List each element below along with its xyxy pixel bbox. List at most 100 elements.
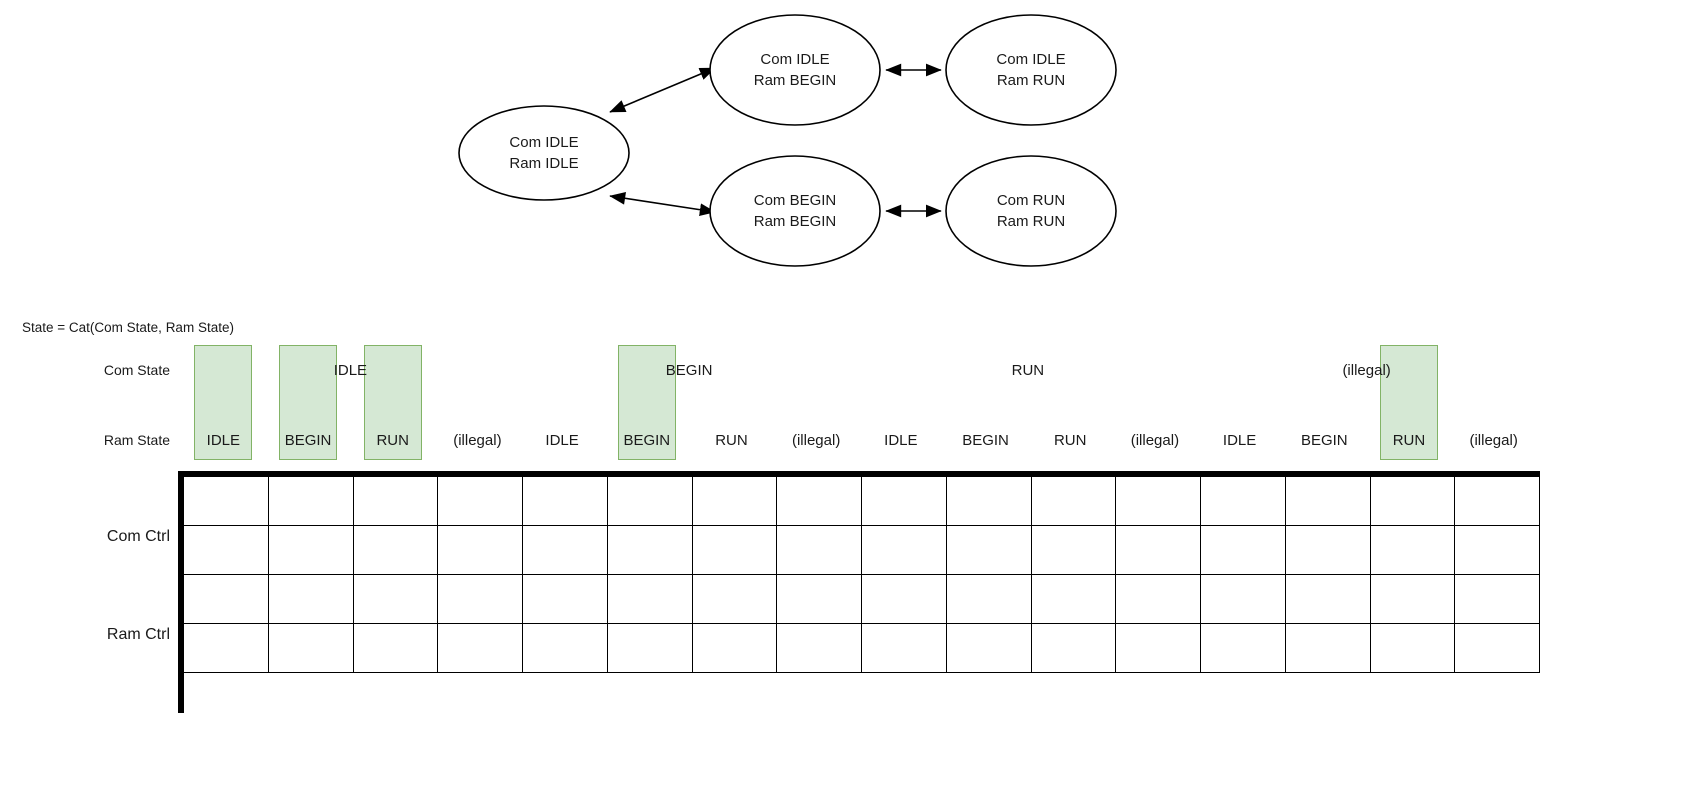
- edge-idle-idle-to-begin-begin: [609, 191, 716, 217]
- ctrl-grid-cell[interactable]: [1454, 574, 1540, 624]
- ctrl-grid-cell[interactable]: [776, 525, 862, 575]
- ctrl-grid-cell[interactable]: [1115, 476, 1201, 526]
- ctrl-grid-cell[interactable]: [352, 525, 439, 575]
- ctrl-grid-cell[interactable]: [1030, 476, 1117, 526]
- ctrl-grid-cell[interactable]: [352, 574, 439, 624]
- com-state-cell: BEGIN: [665, 362, 713, 379]
- ram-state-row-label: Ram State: [103, 432, 170, 448]
- ctrl-grid-cell[interactable]: [267, 476, 354, 526]
- ctrl-grid-cell[interactable]: [1369, 574, 1456, 624]
- ram-state-cell: RUN: [1392, 432, 1426, 449]
- ctrl-grid-cell[interactable]: [606, 476, 693, 526]
- ctrl-grid-cell[interactable]: [1200, 476, 1286, 526]
- ctrl-grid-cell[interactable]: [1115, 525, 1201, 575]
- ctrl-grid-cell[interactable]: [776, 476, 862, 526]
- com-state-cell: (illegal): [1342, 362, 1391, 379]
- ctrl-grid-cell[interactable]: [861, 476, 947, 526]
- ctrl-grid-cell[interactable]: [1369, 525, 1456, 575]
- ctrl-grid-cell[interactable]: [352, 476, 439, 526]
- ctrl-grid-cell[interactable]: [1369, 623, 1456, 673]
- ctrl-grid-cell[interactable]: [437, 623, 523, 673]
- state-cat-caption: State = Cat(Com State, Ram State): [22, 320, 234, 335]
- ctrl-grid-cell[interactable]: [861, 574, 947, 624]
- ctrl-grid-cell[interactable]: [183, 476, 269, 526]
- ctrl-grid-cell[interactable]: [1284, 574, 1371, 624]
- ctrl-grid-cell[interactable]: [1115, 623, 1201, 673]
- ctrl-grid-cell[interactable]: [1200, 623, 1286, 673]
- ctrl-grid-cell[interactable]: [522, 574, 608, 624]
- ctrl-grid-cell[interactable]: [861, 623, 947, 673]
- ctrl-grid-cell[interactable]: [352, 623, 439, 673]
- ram-state-cell: (illegal): [453, 432, 502, 449]
- ctrl-grid-cell[interactable]: [1030, 623, 1117, 673]
- ctrl-grid-cell[interactable]: [776, 574, 862, 624]
- ram-state-cell: IDLE: [1222, 432, 1257, 449]
- ctrl-grid-cell[interactable]: [1030, 574, 1117, 624]
- ctrl-grid-cell[interactable]: [1115, 574, 1201, 624]
- state-node-idle-run[interactable]: [945, 14, 1117, 126]
- ctrl-grid-cell[interactable]: [945, 623, 1032, 673]
- ctrl-grid-cell[interactable]: [437, 525, 523, 575]
- ctrl-grid-cell[interactable]: [1454, 476, 1540, 526]
- diagram-page: Com IDLE Ram IDLE Com IDLE Ram BEGIN Com…: [0, 0, 1686, 786]
- state-node-idle-idle[interactable]: [458, 105, 630, 201]
- ctrl-grid-cell[interactable]: [183, 574, 269, 624]
- ctrl-grid-cell[interactable]: [691, 574, 778, 624]
- com-state-cell: RUN: [1011, 362, 1045, 379]
- ctrl-grid-cell[interactable]: [183, 525, 269, 575]
- ctrl-grid-cell[interactable]: [691, 623, 778, 673]
- ram-state-cell: RUN: [715, 432, 748, 449]
- ctrl-grid-cell[interactable]: [183, 623, 269, 673]
- ctrl-grid-cell[interactable]: [861, 525, 947, 575]
- state-node-begin-begin[interactable]: [709, 155, 881, 267]
- ctrl-grid-cell[interactable]: [606, 623, 693, 673]
- com-state-cell: IDLE: [333, 362, 368, 379]
- ctrl-grid-cell[interactable]: [1200, 525, 1286, 575]
- ctrl-grid-cell[interactable]: [945, 525, 1032, 575]
- ctrl-grid-cell[interactable]: [1200, 574, 1286, 624]
- ctrl-grid-cell[interactable]: [437, 476, 523, 526]
- ctrl-grid-cell[interactable]: [267, 574, 354, 624]
- state-header-area: IDLE BEGIN RUN (illegal) IDLE BEGIN RUN (illega…: [181, 345, 1536, 467]
- ctrl-grid-row: [183, 623, 1540, 673]
- ram-state-cell: (illegal): [1130, 432, 1180, 449]
- ctrl-grid-cell[interactable]: [1284, 476, 1371, 526]
- ctrl-grid-cell[interactable]: [945, 574, 1032, 624]
- ctrl-grid-cell[interactable]: [606, 525, 693, 575]
- ram-state-cell: (illegal): [1469, 432, 1518, 449]
- ctrl-grid-cell[interactable]: [1369, 476, 1456, 526]
- ctrl-grid-cell[interactable]: [691, 525, 778, 575]
- ctrl-grid-cell[interactable]: [1284, 623, 1371, 673]
- ctrl-grid-cell[interactable]: [945, 476, 1032, 526]
- com-ctrl-row-label: Com Ctrl: [106, 528, 170, 545]
- ctrl-grid-cell[interactable]: [522, 623, 608, 673]
- ctrl-grid-cell[interactable]: [1030, 525, 1117, 575]
- ctrl-grid-cell[interactable]: [267, 525, 354, 575]
- ram-state-cell: BEGIN: [284, 432, 332, 449]
- ctrl-grid-cell[interactable]: [776, 623, 862, 673]
- ctrl-grid-cell[interactable]: [522, 476, 608, 526]
- ctrl-grid-cell[interactable]: [691, 476, 778, 526]
- state-node-idle-begin[interactable]: [709, 14, 881, 126]
- state-diagram: [458, 14, 1117, 267]
- ram-state-cell: BEGIN: [1300, 432, 1348, 449]
- ctrl-grid-cell[interactable]: [1284, 525, 1371, 575]
- ctrl-grid-table: [183, 476, 1540, 673]
- ctrl-grid-cell[interactable]: [267, 623, 354, 673]
- ctrl-grid-cell[interactable]: [522, 525, 608, 575]
- com-state-row-label: Com State: [103, 362, 170, 378]
- state-node-run-run[interactable]: [945, 155, 1117, 267]
- ctrl-grid-cell[interactable]: [1454, 623, 1540, 673]
- ram-state-cell: RUN: [1053, 432, 1087, 449]
- ctrl-grid-row: [183, 525, 1540, 575]
- ctrl-grid: [178, 471, 1540, 713]
- ctrl-grid-cell[interactable]: [437, 574, 523, 624]
- ctrl-grid-cell[interactable]: [606, 574, 693, 624]
- ram-state-cell: RUN: [376, 432, 409, 449]
- ctrl-grid-row: [183, 476, 1540, 526]
- ram-state-cell: (illegal): [791, 432, 841, 449]
- ctrl-grid-cell[interactable]: [1454, 525, 1540, 575]
- ram-state-cell: IDLE: [545, 432, 579, 449]
- ram-state-cell: BEGIN: [623, 432, 671, 449]
- edge-idle-idle-to-idle-begin: [609, 67, 716, 113]
